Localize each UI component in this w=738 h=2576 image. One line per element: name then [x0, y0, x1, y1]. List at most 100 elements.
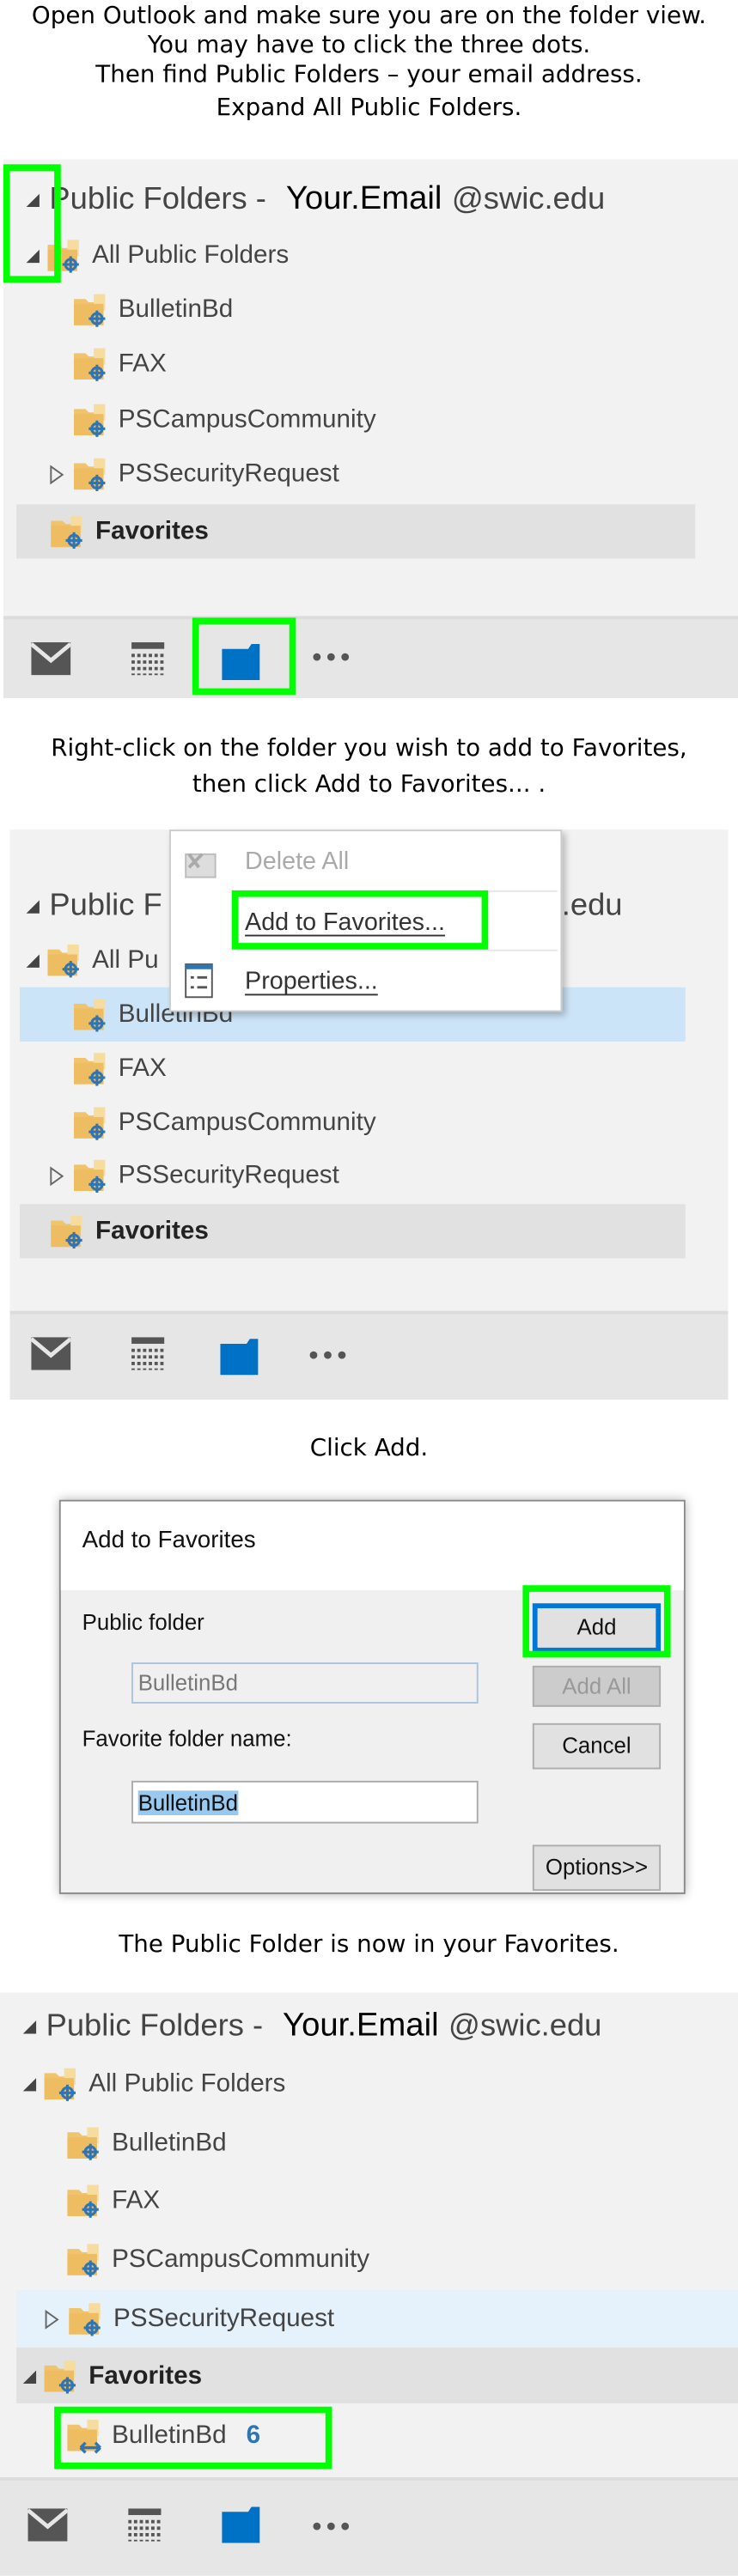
instruction-step4: The Public Folder is now in your Favorit… — [119, 1931, 619, 1959]
public-folder-icon — [66, 2241, 106, 2277]
favorite-folder-name-label: Favorite folder name: — [82, 1726, 292, 1752]
public-folder-field: BulletinBd — [131, 1662, 479, 1704]
email-domain: @swic.edu — [451, 181, 606, 216]
public-folder-label: Public folder — [82, 1609, 204, 1635]
navigation-bar: ••• — [3, 616, 738, 699]
folder-item-bulletinbd[interactable]: BulletinBd — [72, 283, 233, 337]
folder-item-pssecurityrequest[interactable]: PSSecurityRequest — [49, 447, 339, 501]
public-folders-title: Public Folders - — [49, 181, 266, 216]
folder-label: Favorites — [95, 516, 209, 545]
add-all-button: Add All — [532, 1665, 662, 1707]
collapsed-arrow-icon[interactable] — [45, 2308, 61, 2329]
folder-label: Favorites — [95, 1216, 209, 1245]
highlight-folder-nav — [192, 617, 296, 696]
more-icon[interactable]: ••• — [312, 2514, 354, 2541]
public-folder-icon — [67, 2300, 107, 2336]
expand-arrow-icon[interactable] — [26, 899, 40, 913]
options-button[interactable]: Options>> — [532, 1844, 662, 1892]
favorites-item[interactable]: Favorites — [49, 1204, 209, 1258]
folder-label: PSSecurityRequest — [118, 459, 339, 488]
instruction-step1-line3: Then find Public Folders – your email ad… — [95, 62, 643, 89]
public-folder-icon — [72, 996, 112, 1032]
instruction-step1-line1: Open Outlook and make sure you are on th… — [31, 3, 707, 30]
folder-label: FAX — [112, 2185, 161, 2214]
favorites-item[interactable]: Favorites — [22, 2349, 203, 2403]
public-folders-title: Public Folders - — [46, 2008, 264, 2043]
email-name: Your.Email — [285, 180, 442, 217]
folder-label: BulletinBd — [118, 295, 234, 323]
expand-arrow-icon[interactable] — [26, 953, 40, 967]
folder-icon[interactable] — [220, 1337, 259, 1376]
all-public-folders-item[interactable]: All Public Folders — [26, 228, 290, 283]
favorite-folder-name-input[interactable]: BulletinBd — [131, 1780, 479, 1824]
highlight-add-to-favorites — [231, 890, 489, 950]
folder-label: PSCampusCommunity — [118, 1108, 376, 1136]
public-folder-icon — [49, 1213, 88, 1249]
mail-icon[interactable] — [31, 1337, 71, 1370]
public-folder-icon — [49, 513, 88, 550]
folder-item-fax[interactable]: FAX — [72, 337, 167, 391]
all-public-folders-item[interactable]: All Public Folders — [22, 2057, 286, 2111]
folder-item-pscampuscommunity[interactable]: PSCampusCommunity — [72, 392, 376, 447]
folder-item-pssecurityrequest[interactable]: PSSecurityRequest — [49, 1148, 339, 1202]
folder-pane-1: Public Folders - Your.Email @swic.edu Al… — [3, 159, 738, 699]
expand-arrow-icon[interactable] — [22, 2077, 37, 2091]
navigation-bar: ••• — [0, 2477, 738, 2576]
folder-label: Favorites — [88, 2361, 203, 2390]
public-folders-title: Public F — [49, 888, 162, 923]
selected-text: BulletinBd — [137, 1789, 239, 1815]
folder-item-pscampuscommunity[interactable]: PSCampusCommunity — [72, 1096, 376, 1150]
folder-label: FAX — [118, 349, 167, 378]
folder-item-fax[interactable]: FAX — [72, 1042, 167, 1096]
menu-item-properties[interactable]: Properties... — [245, 968, 378, 996]
folder-item-fax[interactable]: FAX — [66, 2173, 161, 2227]
highlight-expand-arrows — [3, 164, 61, 283]
menu-item-delete-all: Delete All — [245, 848, 350, 876]
public-folder-icon — [72, 1050, 112, 1086]
delete-all-icon — [185, 853, 217, 878]
more-icon[interactable]: ••• — [309, 1343, 351, 1370]
public-folder-icon — [72, 456, 112, 492]
public-folder-icon — [43, 2358, 82, 2394]
folder-label: PSSecurityRequest — [118, 1160, 339, 1189]
folder-pane-4: Public Folders - Your.Email @swic.edu Al… — [0, 1992, 738, 2576]
folder-item-pssecurityrequest[interactable]: PSSecurityRequest — [45, 2292, 334, 2346]
folder-label: PSCampusCommunity — [118, 404, 376, 434]
instruction-step2-line1: Right-click on the folder you wish to ad… — [51, 736, 687, 762]
public-folder-icon — [72, 346, 112, 382]
favorites-item[interactable]: Favorites — [49, 504, 209, 558]
properties-icon — [185, 963, 213, 999]
expand-arrow-icon[interactable] — [22, 2020, 37, 2033]
folder-item-pscampuscommunity[interactable]: PSCampusCommunity — [66, 2233, 370, 2287]
public-folder-icon — [72, 1105, 112, 1141]
mail-icon[interactable] — [31, 642, 71, 676]
folder-label: BulletinBd — [112, 2128, 227, 2156]
collapsed-arrow-icon[interactable] — [49, 464, 65, 484]
folder-label: All Public Folders — [88, 2069, 286, 2098]
email-domain: @swic.edu — [448, 2008, 602, 2043]
mail-icon[interactable] — [27, 2508, 68, 2542]
cancel-button[interactable]: Cancel — [532, 1722, 662, 1770]
public-folder-icon — [43, 2066, 82, 2102]
public-folder-icon — [66, 2125, 106, 2161]
highlight-add-button — [522, 1585, 671, 1658]
public-folders-header[interactable]: Public Folders - Your.Email @swic.edu — [26, 173, 606, 227]
folder-label: PSCampusCommunity — [112, 2245, 370, 2273]
collapsed-arrow-icon[interactable] — [49, 1165, 65, 1186]
instruction-step2-line2: then click Add to Favorites... . — [192, 772, 546, 799]
folder-icon[interactable] — [222, 2506, 261, 2545]
expand-arrow-icon[interactable] — [22, 2369, 37, 2384]
calendar-icon[interactable] — [128, 2508, 162, 2542]
public-folder-icon — [72, 292, 112, 328]
calendar-icon[interactable] — [131, 642, 165, 676]
instruction-step3: Click Add. — [309, 1436, 429, 1462]
highlight-favorite-item — [54, 2406, 332, 2470]
folder-item-bulletinbd[interactable]: BulletinBd — [66, 2116, 227, 2170]
public-folders-header[interactable]: Public Folders - Your.Email @swic.edu — [22, 1999, 602, 2053]
public-folders-header[interactable]: Public F — [26, 879, 162, 933]
more-icon[interactable]: ••• — [312, 645, 354, 671]
all-public-folders-item[interactable]: All Pu — [26, 933, 159, 987]
calendar-icon[interactable] — [131, 1337, 165, 1370]
navigation-bar: ••• — [9, 1310, 729, 1400]
instruction-step1-line4: Expand All Public Folders. — [216, 94, 522, 122]
